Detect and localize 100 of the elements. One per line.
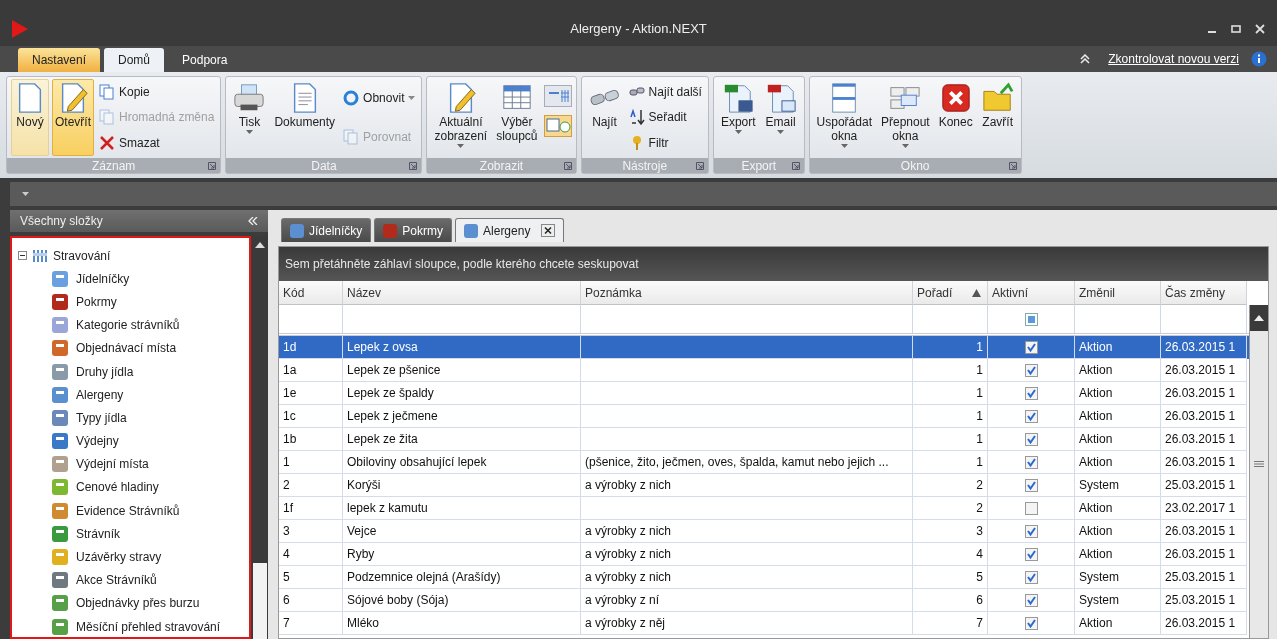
tree-item[interactable]: Strávník xyxy=(76,526,120,541)
tree-item[interactable]: Kategorie strávníků xyxy=(76,318,180,333)
table-row[interactable]: 1f lepek z kamutu 2 Aktion 23.02.2017 1 xyxy=(279,497,1249,520)
table-row[interactable]: 2 Korýši a výrobky z nich 2 System 25.03.2015 1 xyxy=(279,474,1249,497)
table-row[interactable]: 3 Vejce a výrobky z nich 3 Aktion 26.03.2015 1 xyxy=(279,520,1249,543)
table-row[interactable]: 1c Lepek z ječmene 1 Aktion 26.03.2015 1 xyxy=(279,405,1249,428)
checkbox[interactable] xyxy=(1024,386,1038,400)
ribbon-button[interactable]: Dokumenty xyxy=(271,79,339,156)
table-row[interactable]: 1 Obiloviny obsahující lepek (pšenice, žito, ječmen, oves, špalda, kamut nebo jejich ... 1 Aktion 26.03.2015 1 xyxy=(279,451,1249,474)
scroll-up-icon[interactable] xyxy=(255,242,265,248)
tree-item[interactable]: Typy jídla xyxy=(76,410,127,425)
ribbon-tab[interactable]: Nastavení xyxy=(18,48,101,72)
column-header[interactable]: Název xyxy=(343,281,581,305)
checkbox[interactable] xyxy=(1024,501,1038,515)
checkbox[interactable] xyxy=(1024,409,1038,423)
table-cell: 1 xyxy=(976,409,983,423)
checkbox[interactable] xyxy=(1024,455,1038,469)
document-tab[interactable]: Jídelníčky xyxy=(281,218,372,242)
info-icon[interactable] xyxy=(1251,51,1267,67)
ribbon-tab[interactable]: Domů xyxy=(104,48,165,72)
tree-item[interactable]: Jídelníčky xyxy=(76,271,130,286)
column-header[interactable]: Poznámka xyxy=(581,281,913,305)
dialog-launcher-icon[interactable] xyxy=(208,162,217,170)
checkbox[interactable] xyxy=(1024,363,1038,377)
checkbox[interactable] xyxy=(1024,593,1038,607)
table-row[interactable]: 7 Mléko a výrobky z něj 7 Aktion 26.03.2015 1 xyxy=(279,612,1249,635)
tree-item[interactable]: Objednávací místa xyxy=(76,341,177,356)
ribbon-button[interactable]: Aktuální zobrazení xyxy=(431,79,491,156)
close-icon[interactable] xyxy=(541,224,556,237)
ribbon-tab[interactable]: Podpora xyxy=(168,48,242,72)
column-header[interactable]: Čas změny xyxy=(1161,281,1247,305)
grid-clock-icon[interactable] xyxy=(543,115,572,137)
checkbox[interactable] xyxy=(1024,616,1038,630)
dialog-launcher-icon[interactable] xyxy=(695,162,704,170)
tree-item[interactable]: Výdejní místa xyxy=(76,457,149,472)
ribbon-button[interactable]: Přepnout okna xyxy=(877,79,933,156)
scroll-thumb[interactable] xyxy=(253,563,267,639)
table-cell: Aktion xyxy=(1079,432,1113,446)
ribbon-button[interactable]: Výběr sloupců xyxy=(493,79,541,156)
tree-item[interactable]: Akce Strávníků xyxy=(76,573,157,588)
column-header[interactable]: Změnil xyxy=(1075,281,1161,305)
scrollbar[interactable] xyxy=(1249,305,1268,638)
ribbon-button[interactable]: Uspořádat okna xyxy=(813,79,875,156)
column-header[interactable]: Kód xyxy=(279,281,343,305)
checkbox[interactable] xyxy=(1024,432,1038,446)
ribbon-button[interactable]: Obnovit xyxy=(341,87,418,110)
ribbon-button[interactable]: Smazat xyxy=(97,132,217,155)
table-row[interactable]: 1e Lepek ze špaldy 1 Aktion 26.03.2015 1 xyxy=(279,382,1249,405)
tree-item[interactable]: Cenové hladiny xyxy=(76,480,159,495)
caret-icon[interactable] xyxy=(22,192,29,196)
scroll-up-icon[interactable] xyxy=(1254,315,1264,321)
ribbon-button[interactable]: Konec xyxy=(935,79,976,156)
dialog-launcher-icon[interactable] xyxy=(791,162,800,170)
tree-item[interactable]: Druhy jídla xyxy=(76,364,134,379)
collapse-ribbon-icon[interactable] xyxy=(1080,54,1091,64)
table-row[interactable]: 1a Lepek ze pšenice 1 Aktion 26.03.2015 1 xyxy=(279,359,1249,382)
ribbon-button[interactable]: Filtr xyxy=(626,132,704,155)
ribbon-button[interactable]: Kopie xyxy=(97,80,217,103)
checkbox[interactable] xyxy=(1024,524,1038,538)
copy-icon xyxy=(99,109,115,126)
collapse-panel-icon[interactable] xyxy=(248,217,258,225)
checkbox[interactable] xyxy=(1024,547,1038,561)
ribbon-button[interactable]: Tisk xyxy=(230,79,269,156)
ribbon-button[interactable]: Nový xyxy=(11,79,49,156)
table-row[interactable]: 6 Sójové boby (Sója) a výrobky z ní 6 System 25.03.2015 1 xyxy=(279,589,1249,612)
dialog-launcher-icon[interactable] xyxy=(563,162,572,170)
tree-item[interactable]: Výdejny xyxy=(76,434,119,449)
window-title: Alergeny - Aktion.NEXT xyxy=(570,21,707,36)
tree-item[interactable]: Objednávky přes burzu xyxy=(76,596,200,611)
dialog-launcher-icon[interactable] xyxy=(409,162,418,170)
checkbox[interactable] xyxy=(1024,478,1038,492)
ribbon-button[interactable]: Email xyxy=(761,79,800,156)
document-tab[interactable]: Pokrmy xyxy=(374,218,453,242)
tree-item[interactable]: Evidence Strávníků xyxy=(76,503,180,518)
ribbon-button[interactable]: Najít xyxy=(585,79,624,156)
dialog-launcher-icon[interactable] xyxy=(1008,162,1017,170)
ribbon-button[interactable]: Zavřít xyxy=(978,79,1017,156)
tree-item[interactable]: Alergeny xyxy=(76,387,124,402)
table-row[interactable]: 1d Lepek z ovsa 1 Aktion 26.03.2015 1 xyxy=(279,336,1249,359)
column-header[interactable]: Aktivní xyxy=(988,281,1075,305)
table-row[interactable]: 4 Ryby a výrobky z nich 4 Aktion 26.03.2015 1 xyxy=(279,543,1249,566)
collapse-icon[interactable] xyxy=(18,251,27,261)
document-tab[interactable]: Alergeny xyxy=(455,218,565,242)
update-link[interactable]: Zkontrolovat novou verzi xyxy=(1108,52,1239,66)
form-layout-icon[interactable] xyxy=(543,85,572,107)
tree-item[interactable]: Stravování xyxy=(53,248,111,263)
checkbox[interactable] xyxy=(1024,570,1038,584)
tree-item[interactable]: Pokrmy xyxy=(76,294,117,309)
filter-checkbox[interactable] xyxy=(1024,312,1038,326)
ribbon-button[interactable]: Seřadit xyxy=(626,106,704,129)
tree-item[interactable]: Měsíční přehled stravování xyxy=(76,619,221,634)
column-header[interactable]: Pořadí xyxy=(913,281,988,305)
ribbon-button[interactable]: Export xyxy=(717,79,759,156)
ribbon-button[interactable]: Otevřít xyxy=(52,79,94,156)
maximize-icon[interactable] xyxy=(1231,24,1241,34)
table-row[interactable]: 1b Lepek ze žita 1 Aktion 26.03.2015 1 xyxy=(279,428,1249,451)
table-row[interactable]: 5 Podzemnice olejná (Arašídy) a výrobky z nich 5 System 25.03.2015 1 xyxy=(279,566,1249,589)
checkbox[interactable] xyxy=(1024,340,1038,354)
tree-item[interactable]: Uzávěrky stravy xyxy=(76,550,162,565)
ribbon-button[interactable]: Najít další xyxy=(626,80,704,103)
